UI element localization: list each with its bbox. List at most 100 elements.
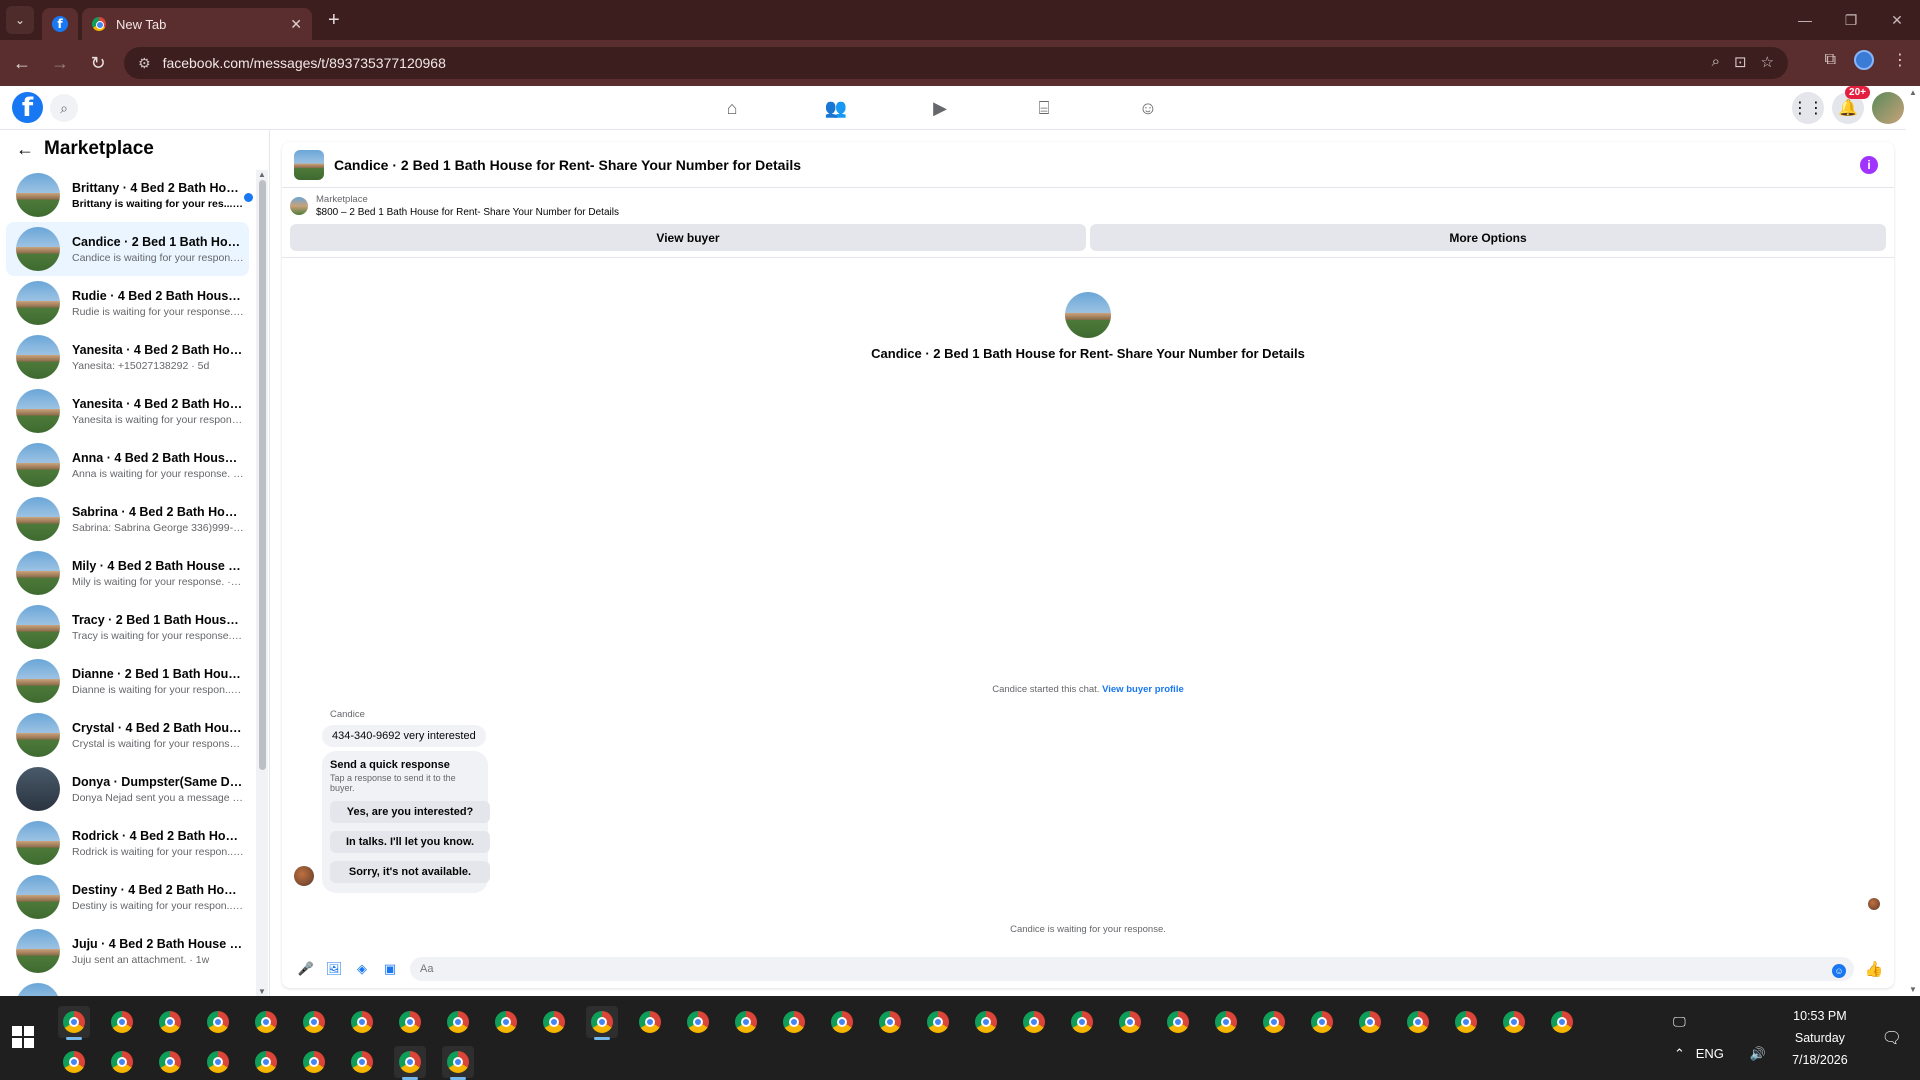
- taskbar-chrome-app[interactable]: [1162, 1006, 1194, 1038]
- taskbar-chrome-app[interactable]: [394, 1046, 426, 1080]
- view-buyer-button[interactable]: View buyer: [290, 224, 1086, 251]
- taskbar-chrome-app[interactable]: [106, 1046, 138, 1078]
- taskbar-chrome-app[interactable]: [202, 1046, 234, 1078]
- taskbar-chrome-app[interactable]: [154, 1046, 186, 1078]
- conversation-item[interactable]: Tracy · 2 Bed 1 Bath House for R... Tracy…: [6, 600, 249, 654]
- conversation-item[interactable]: Crystal · 4 Bed 2 Bath House fo... Crysta…: [6, 708, 249, 762]
- taskbar-chrome-app[interactable]: [634, 1006, 666, 1038]
- taskbar-chrome-app[interactable]: [874, 1006, 906, 1038]
- chat-title[interactable]: Candice · 2 Bed 1 Bath House for Rent- S…: [334, 157, 801, 173]
- gif-icon[interactable]: ▣: [376, 961, 404, 977]
- conversation-item[interactable]: Juju · 4 Bed 2 Bath House for R... Juju s…: [6, 924, 249, 978]
- account-avatar[interactable]: [1872, 92, 1904, 124]
- sticker-icon[interactable]: ◈: [348, 961, 376, 977]
- microphone-icon[interactable]: 🎤: [292, 961, 320, 977]
- taskbar-chrome-app[interactable]: [1210, 1006, 1242, 1038]
- volume-icon[interactable]: 🔊: [1750, 1046, 1766, 1062]
- windows-start-icon[interactable]: [12, 1026, 34, 1048]
- taskbar-chrome-app[interactable]: [682, 1006, 714, 1038]
- taskbar-chrome-app[interactable]: [394, 1006, 426, 1038]
- quick-response-in-talks[interactable]: In talks. I'll let you know.: [330, 831, 490, 853]
- site-info-icon[interactable]: ⚙: [138, 55, 151, 72]
- taskbar-chrome-app[interactable]: [298, 1006, 330, 1038]
- taskbar-chrome-app[interactable]: [298, 1046, 330, 1078]
- view-buyer-profile-link[interactable]: View buyer profile: [1102, 684, 1184, 695]
- emoji-icon[interactable]: ☺: [1832, 964, 1846, 978]
- taskbar-chrome-app[interactable]: [586, 1006, 618, 1040]
- conversation-item[interactable]: Sabrina · 4 Bed 2 Bath House fo... Sabrin…: [6, 492, 249, 546]
- close-window-icon[interactable]: ✕: [1874, 12, 1920, 29]
- new-tab-button[interactable]: +: [328, 9, 340, 32]
- listing-avatar[interactable]: [294, 149, 324, 180]
- message-input[interactable]: [410, 957, 1854, 981]
- conversation-item[interactable]: Mily · 4 Bed 2 Bath House for R... Mily i…: [6, 546, 249, 600]
- profile-icon[interactable]: [1854, 50, 1874, 70]
- sidebar-scrollbar[interactable]: ▲ ▼: [256, 170, 268, 996]
- taskbar-chrome-app[interactable]: [1402, 1006, 1434, 1038]
- conversation-item[interactable]: Candice · 2 Bed 1 Bath House fo... Candic…: [6, 222, 249, 276]
- scroll-down-icon[interactable]: ▼: [258, 987, 266, 996]
- bookmark-star-icon[interactable]: ☆: [1761, 53, 1774, 71]
- notification-center-icon[interactable]: 🗨: [1882, 1028, 1902, 1048]
- thumbs-up-icon[interactable]: 👍: [1860, 960, 1888, 978]
- search-icon[interactable]: ⌕: [50, 94, 78, 122]
- taskbar-chrome-app[interactable]: [1498, 1006, 1530, 1038]
- minimize-icon[interactable]: —: [1782, 12, 1828, 28]
- taskbar-chrome-app[interactable]: [490, 1006, 522, 1038]
- sender-avatar[interactable]: [294, 866, 314, 886]
- video-icon[interactable]: ▶: [928, 96, 952, 120]
- conversation-item[interactable]: William · 4 Bed 2 Bath House...: [6, 978, 249, 996]
- scroll-up-icon[interactable]: ▲: [258, 170, 266, 179]
- taskbar-chrome-app[interactable]: [250, 1006, 282, 1038]
- taskbar-chrome-app[interactable]: [58, 1006, 90, 1040]
- taskbar-chrome-app[interactable]: [442, 1046, 474, 1080]
- taskbar-chrome-app[interactable]: [1018, 1006, 1050, 1038]
- page-scroll-up-icon[interactable]: ▲: [1909, 88, 1917, 97]
- menu-grid-icon[interactable]: ⋮⋮: [1792, 92, 1824, 124]
- taskbar-chrome-app[interactable]: [250, 1046, 282, 1078]
- taskbar-chrome-app[interactable]: [442, 1006, 474, 1038]
- message-bubble[interactable]: 434-340-9692 very interested: [322, 725, 486, 747]
- taskbar-chrome-app[interactable]: [730, 1006, 762, 1038]
- conversation-item[interactable]: Yanesita · 4 Bed 2 Bath House f... Yanesi…: [6, 330, 249, 384]
- quick-response-not-available[interactable]: Sorry, it's not available.: [330, 861, 490, 883]
- taskbar-chrome-app[interactable]: [1450, 1006, 1482, 1038]
- taskbar-chrome-app[interactable]: [778, 1006, 810, 1038]
- taskbar-chrome-app[interactable]: [1546, 1006, 1578, 1038]
- tray-chevron-up-icon[interactable]: ⌃: [1674, 1046, 1685, 1062]
- page-scroll-down-icon[interactable]: ▼: [1909, 985, 1917, 994]
- taskbar-chrome-app[interactable]: [58, 1046, 90, 1078]
- photo-icon[interactable]: 🖼: [320, 961, 348, 977]
- taskbar-chrome-app[interactable]: [1258, 1006, 1290, 1038]
- conversation-item[interactable]: Donya · Dumpster(Same Day), ... Donya Nej…: [6, 762, 249, 816]
- taskbar-chrome-app[interactable]: [1354, 1006, 1386, 1038]
- taskbar-chrome-app[interactable]: [106, 1006, 138, 1038]
- notifications-bell-icon[interactable]: 🔔 20+: [1832, 86, 1870, 124]
- conversation-item[interactable]: Yanesita · 4 Bed 2 Bath House f... Yanesi…: [6, 384, 249, 438]
- conversation-item[interactable]: Dianne · 2 Bed 1 Bath House for... Dianne…: [6, 654, 249, 708]
- menu-kebab-icon[interactable]: ⋮: [1892, 50, 1908, 70]
- taskbar-chrome-app[interactable]: [1066, 1006, 1098, 1038]
- tab-facebook[interactable]: f: [42, 8, 78, 40]
- groups-icon[interactable]: ☺: [1136, 96, 1160, 120]
- page-scrollbar[interactable]: ▲ ▼: [1906, 86, 1920, 996]
- forward-icon[interactable]: →: [44, 53, 76, 74]
- taskbar-chrome-app[interactable]: [346, 1046, 378, 1078]
- home-icon[interactable]: ⌂: [720, 96, 744, 120]
- back-arrow-icon[interactable]: ←: [16, 139, 34, 160]
- restore-icon[interactable]: ❐: [1828, 12, 1874, 29]
- conversation-item[interactable]: Rudie · 4 Bed 2 Bath House for ... Rudie …: [6, 276, 249, 330]
- quick-response-interested[interactable]: Yes, are you interested?: [330, 801, 490, 823]
- taskbar-chrome-app[interactable]: [826, 1006, 858, 1038]
- conversation-item[interactable]: Brittany · 4 Bed 2 Bath House ... Brittan…: [6, 168, 253, 222]
- zoom-icon[interactable]: ⌕: [1712, 53, 1720, 71]
- taskbar-chrome-app[interactable]: [1114, 1006, 1146, 1038]
- conversation-item[interactable]: Destiny · 4 Bed 2 Bath House fo... Destin…: [6, 870, 249, 924]
- close-tab-icon[interactable]: ✕: [290, 16, 302, 33]
- facebook-logo-icon[interactable]: f: [12, 92, 43, 123]
- taskbar-chrome-app[interactable]: [922, 1006, 954, 1038]
- taskbar-chrome-app[interactable]: [202, 1006, 234, 1038]
- taskbar-chrome-app[interactable]: [154, 1006, 186, 1038]
- info-icon[interactable]: i: [1860, 156, 1878, 174]
- taskbar-chrome-app[interactable]: [346, 1006, 378, 1038]
